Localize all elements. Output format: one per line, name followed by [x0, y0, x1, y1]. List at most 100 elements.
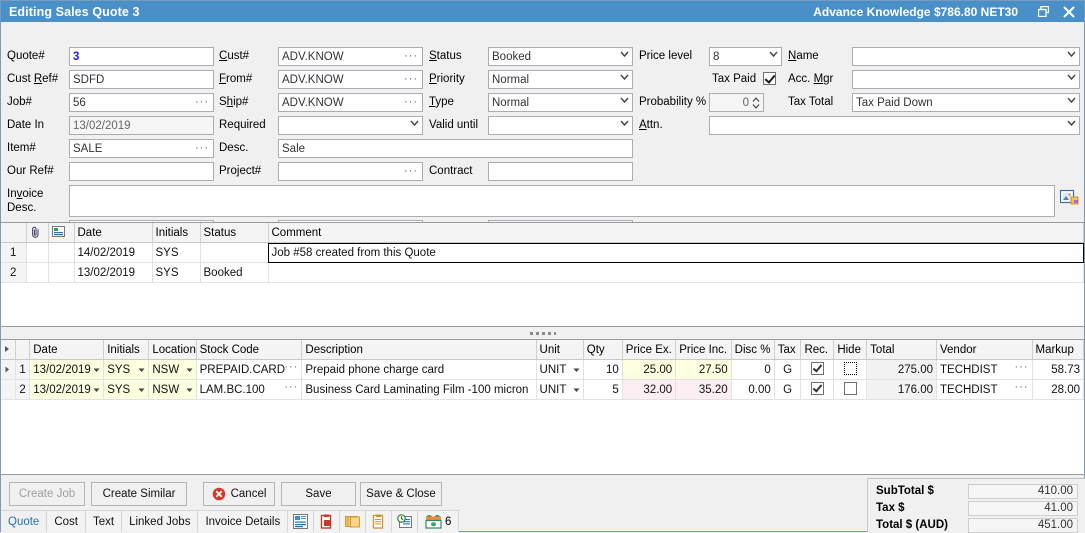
item-location[interactable]: NSW: [148, 359, 197, 380]
row-attachment-cell[interactable]: [26, 262, 49, 283]
item-qty[interactable]: 10: [583, 359, 623, 380]
status-select[interactable]: Booked: [488, 47, 633, 66]
comment-text[interactable]: Job #58 created from this Quote: [268, 242, 1084, 263]
comment-initials[interactable]: SYS: [152, 262, 201, 283]
table-row[interactable]: 1 14/02/2019 SYS Job #58 created from th…: [1, 242, 1084, 263]
line-items-grid[interactable]: Date Initials Location Stock Code Descri…: [1, 339, 1084, 475]
comment-status[interactable]: [200, 242, 269, 263]
item-number-field[interactable]: SALE ···: [69, 139, 214, 158]
item-price-inc[interactable]: 35.20: [675, 379, 732, 400]
close-icon[interactable]: [1056, 2, 1082, 22]
clipboard-icon[interactable]: [366, 510, 393, 532]
item-price-ex[interactable]: 32.00: [622, 379, 677, 400]
chevron-down-icon[interactable]: [93, 384, 100, 396]
ship-lookup-icon[interactable]: ···: [404, 95, 418, 109]
comments-col-comment[interactable]: Comment: [268, 223, 1084, 243]
job-lookup-icon[interactable]: ···: [195, 95, 209, 109]
probability-field[interactable]: 0: [709, 93, 764, 112]
comment-status[interactable]: Booked: [200, 262, 269, 283]
create-similar-button[interactable]: Create Similar: [91, 482, 187, 506]
item-vendor[interactable]: TECHDIST ···: [936, 379, 1033, 400]
table-row[interactable]: 1 13/02/2019 SYS NSW PREPAID.CARD ··· Pre…: [1, 359, 1084, 380]
row-attachment-cell[interactable]: [26, 242, 49, 263]
item-description[interactable]: Prepaid phone charge card: [301, 359, 537, 380]
tab-text[interactable]: Text: [85, 510, 123, 532]
item-date[interactable]: 13/02/2019: [29, 359, 105, 380]
item-stock-code[interactable]: PREPAID.CARD ···: [196, 359, 303, 380]
spinner-icon[interactable]: [752, 96, 760, 110]
contract-field[interactable]: [488, 162, 633, 181]
item-markup[interactable]: 58.73: [1032, 359, 1084, 380]
history-icon[interactable]: [392, 510, 419, 532]
comments-col-date[interactable]: Date: [74, 223, 153, 243]
cust-lookup-icon[interactable]: ···: [404, 49, 418, 63]
project-field[interactable]: ···: [278, 162, 423, 181]
money-icon[interactable]: 6: [418, 510, 460, 532]
items-col-vendor[interactable]: Vendor: [936, 340, 1033, 360]
report-icon[interactable]: [288, 510, 315, 532]
comment-date[interactable]: 13/02/2019: [74, 262, 153, 283]
item-unit[interactable]: UNIT: [536, 379, 584, 400]
item-tax[interactable]: G: [774, 379, 802, 400]
price-level-select[interactable]: 8: [709, 47, 782, 66]
item-price-inc[interactable]: 27.50: [675, 359, 732, 380]
items-col-hide[interactable]: Hide: [833, 340, 868, 360]
quote-number-field[interactable]: 3: [69, 47, 214, 66]
items-col-unit[interactable]: Unit: [536, 340, 584, 360]
chevron-down-icon[interactable]: [573, 364, 580, 376]
create-job-button[interactable]: Create Job: [9, 482, 85, 506]
cancel-button[interactable]: Cancel: [203, 482, 275, 506]
item-tax[interactable]: G: [774, 359, 802, 380]
our-ref-field[interactable]: [69, 162, 214, 181]
row-note-cell[interactable]: [48, 262, 75, 283]
item-lookup-icon[interactable]: ···: [195, 141, 209, 155]
items-col-location[interactable]: Location: [148, 340, 197, 360]
comment-text[interactable]: [268, 262, 1084, 283]
grid-splitter[interactable]: [1, 328, 1084, 338]
table-row[interactable]: 2 13/02/2019 SYS NSW LAM.BC.100 ··· Busin…: [1, 379, 1084, 400]
item-initials[interactable]: SYS: [103, 379, 150, 400]
comments-col-initials[interactable]: Initials: [152, 223, 201, 243]
item-qty[interactable]: 5: [583, 379, 623, 400]
valid-until-select[interactable]: [488, 116, 633, 135]
items-col-initials[interactable]: Initials: [103, 340, 150, 360]
restore-window-icon[interactable]: [1030, 2, 1056, 22]
items-col-description[interactable]: Description: [301, 340, 537, 360]
vendor-lookup-icon[interactable]: ···: [1015, 361, 1029, 373]
tab-invoice-details[interactable]: Invoice Details: [198, 510, 289, 532]
row-note-cell[interactable]: [48, 242, 75, 263]
items-col-total[interactable]: Total: [866, 340, 937, 360]
chevron-down-icon[interactable]: [138, 364, 145, 376]
comment-date[interactable]: 14/02/2019: [74, 242, 153, 263]
items-col-stock-code[interactable]: Stock Code: [196, 340, 303, 360]
item-price-ex[interactable]: 25.00: [622, 359, 677, 380]
attach-image-icon[interactable]: [1058, 186, 1080, 208]
date-in-field[interactable]: 13/02/2019: [69, 116, 214, 135]
item-rec-checkbox[interactable]: [800, 379, 835, 400]
cust-ref-field[interactable]: SDFD: [69, 70, 214, 89]
items-col-disc[interactable]: Disc %: [731, 340, 775, 360]
table-row[interactable]: 2 13/02/2019 SYS Booked: [1, 262, 1084, 283]
items-col-price-ex[interactable]: Price Ex.: [622, 340, 677, 360]
from-lookup-icon[interactable]: ···: [404, 72, 418, 86]
vendor-lookup-icon[interactable]: ···: [1015, 381, 1029, 393]
name-select[interactable]: [852, 47, 1080, 66]
tax-total-select[interactable]: Tax Paid Down: [852, 93, 1080, 112]
item-hide-checkbox[interactable]: [833, 379, 868, 400]
item-vendor[interactable]: TECHDIST ···: [936, 359, 1033, 380]
item-initials[interactable]: SYS: [103, 359, 150, 380]
item-date[interactable]: 13/02/2019: [29, 379, 105, 400]
cust-number-field[interactable]: ADV.KNOW ···: [278, 47, 423, 66]
items-col-price-inc[interactable]: Price Inc.: [675, 340, 732, 360]
acc-mgr-select[interactable]: [852, 70, 1080, 89]
item-disc[interactable]: 0.00: [731, 379, 775, 400]
tab-quote[interactable]: Quote: [1, 510, 48, 532]
item-rec-checkbox[interactable]: [800, 359, 835, 380]
attn-select[interactable]: [709, 116, 1080, 135]
chevron-down-icon[interactable]: [186, 364, 193, 376]
clipboard-red-icon[interactable]: [314, 510, 341, 532]
desc-field[interactable]: Sale: [278, 139, 633, 158]
chevron-down-icon[interactable]: [186, 384, 193, 396]
save-button[interactable]: Save: [281, 482, 356, 506]
comment-initials[interactable]: SYS: [152, 242, 201, 263]
